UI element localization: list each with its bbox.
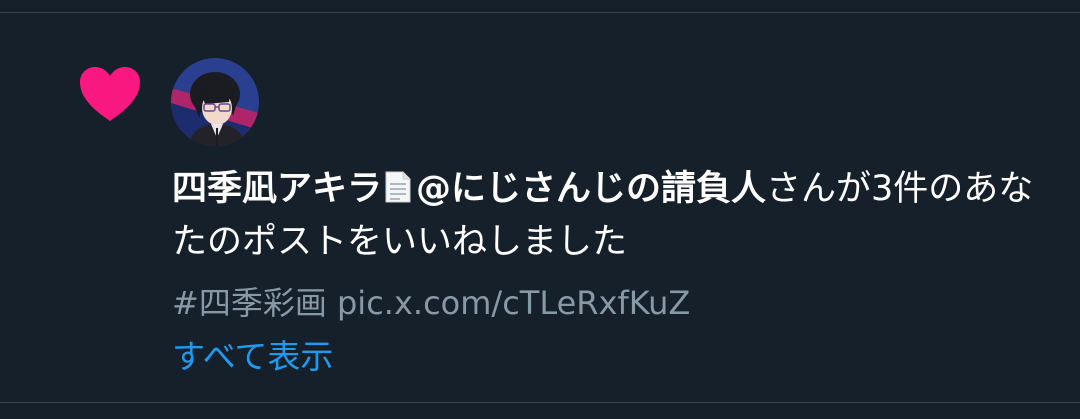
page-facing-up-icon (385, 171, 411, 203)
user-avatar[interactable] (171, 58, 259, 146)
bottom-divider (0, 402, 1080, 403)
user-display-name[interactable]: 四季凪アキラ (172, 169, 382, 209)
like-notification[interactable]: 四季凪アキラ @にじさんじの請負人さんが3件のあなたのポストをいいねしました #… (0, 13, 1080, 402)
user-handle[interactable]: @にじさんじの請負人 (416, 169, 766, 209)
heart-icon (80, 67, 140, 121)
notification-message: 四季凪アキラ @にじさんじの請負人さんが3件のあなたのポストをいいねしました (172, 163, 1052, 269)
liked-post-preview[interactable]: #四季彩画 pic.x.com/cTLeRxfKuZ (172, 281, 690, 325)
show-all-link[interactable]: すべて表示 (172, 334, 333, 380)
